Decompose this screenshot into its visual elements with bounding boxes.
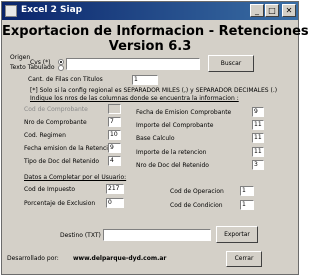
fecha-emision-comprobante-label: Fecha de Emision Comprobante — [136, 109, 232, 116]
cerrar-button[interactable]: Cerrar — [226, 251, 262, 267]
nro-doc-retenido-input[interactable]: 3 — [252, 160, 264, 170]
cod-comprobante-input — [108, 104, 121, 114]
fecha-emision-retencion-input[interactable]: 9 — [108, 143, 121, 153]
importe-retencion-label: Importe de la retencion — [136, 149, 207, 156]
close-button[interactable]: ✕ — [282, 4, 296, 17]
window-title: Excel 2 Siap — [21, 5, 83, 15]
user-data-title: Datos a Completar por el Usuario: — [24, 174, 127, 181]
fecha-emision-retencion-label: Fecha emision de la Retencion — [24, 145, 116, 152]
cant-filas-label: Cant. de Filas con Titulos — [28, 76, 103, 83]
nro-comprobante-label: Nro de Comprobante — [24, 119, 87, 126]
fecha-emision-comprobante-input[interactable]: 9 — [252, 107, 264, 117]
importe-comprobante-label: Importe del Comprobante — [136, 122, 214, 129]
version-label: Version 6.3 — [108, 39, 192, 54]
app-icon — [5, 5, 17, 17]
radio-texto-tabulado[interactable] — [58, 65, 64, 71]
base-calculo-label: Base Calculo — [136, 135, 175, 142]
origen-path-input[interactable] — [66, 58, 200, 70]
nro-doc-retenido-label: Nro de Doc del Retenido — [136, 162, 209, 169]
cod-regimen-input[interactable]: 10 — [108, 130, 121, 140]
cod-condicion-input[interactable]: 1 — [240, 200, 254, 210]
cod-operacion-input[interactable]: 1 — [240, 186, 254, 196]
importe-retencion-input[interactable]: 11 — [252, 147, 264, 157]
exportar-button[interactable]: Exportar — [216, 226, 258, 243]
page-title: Exportacion de Informacion - Retenciones — [2, 24, 309, 39]
origen-label: Origen — [10, 54, 31, 61]
cod-impuesto-label: Cod de Impuesto — [24, 186, 76, 193]
tipo-doc-retenido-label: Tipo de Doc del Retenido — [24, 158, 100, 165]
developer-label: Desarrollado por: — [7, 255, 59, 262]
importe-comprobante-input[interactable]: 11 — [252, 120, 264, 130]
config-note: [*] Solo si la config regional es SEPARA… — [30, 87, 278, 94]
cod-comprobante-label: Cod de Comprobante — [24, 106, 88, 113]
indique-note: Indique los nros de las columnas donde s… — [30, 95, 239, 102]
porcentaje-exclusion-input[interactable]: 0 — [106, 198, 124, 208]
cod-operacion-label: Cod de Operacion — [170, 188, 224, 195]
radio-texto-label: Texto Tabulado — [10, 64, 55, 71]
cant-filas-input[interactable]: 1 — [132, 75, 158, 85]
developer-url-link[interactable]: www.delparque-dyd.com.ar — [73, 255, 166, 262]
minimize-button[interactable]: _ — [250, 4, 264, 17]
destino-label: Destino (TXT) — [60, 232, 101, 239]
buscar-button[interactable]: Buscar — [208, 55, 254, 72]
nro-comprobante-input[interactable]: 7 — [108, 117, 121, 127]
title-bar: Excel 2 Siap _ □ ✕ — [2, 2, 298, 20]
cod-regimen-label: Cod. Regimen — [24, 132, 66, 139]
tipo-doc-retenido-input[interactable]: 4 — [108, 156, 121, 166]
base-calculo-input[interactable]: 11 — [252, 133, 264, 143]
destino-path-input[interactable] — [103, 229, 211, 241]
app-window: Excel 2 Siap _ □ ✕ Exportacion de Inform… — [1, 1, 309, 275]
maximize-button[interactable]: □ — [265, 4, 279, 17]
porcentaje-exclusion-label: Porcentaje de Exclusion — [24, 200, 96, 207]
cod-impuesto-input[interactable]: 217 — [106, 184, 124, 194]
cod-condicion-label: Cod de Condicion — [170, 202, 223, 209]
